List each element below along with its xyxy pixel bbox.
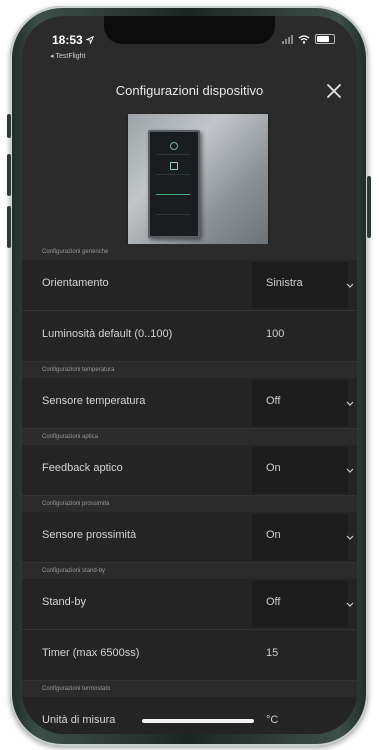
chevron-down-icon — [346, 401, 354, 406]
settings-row[interactable]: Unità di misura °C — [22, 697, 357, 734]
device-image — [128, 114, 268, 244]
settings-row: Sensore prossimità On — [22, 512, 357, 563]
setting-dropdown[interactable]: Off — [252, 581, 354, 627]
back-to-app-link[interactable]: ◂ TestFlight — [50, 52, 86, 61]
wifi-icon — [298, 34, 310, 44]
setting-value: Off — [266, 395, 281, 407]
status-icons — [282, 34, 335, 44]
setting-value: On — [266, 529, 281, 541]
setting-value: Sinistra — [266, 277, 303, 289]
setting-label: Timer (max 6500ss) — [42, 647, 140, 659]
section-label: Configurazioni termostato — [22, 681, 357, 697]
settings-row: Orientamento Sinistra — [22, 260, 357, 311]
setting-label: Orientamento — [42, 277, 109, 289]
setting-label: Luminosità default (0..100) — [42, 328, 173, 340]
settings-row[interactable]: Timer (max 6500ss) 15 — [22, 630, 357, 681]
settings-row: Feedback aptico On — [22, 445, 357, 496]
power-button — [367, 176, 371, 238]
section-label: Configurazioni prossimità — [22, 496, 357, 512]
setting-label: Stand-by — [42, 596, 87, 608]
section-label: Configurazioni temperatura — [22, 362, 357, 378]
setting-label: Feedback aptico — [42, 462, 123, 474]
app-screen: 18:53 ◂ TestFlight Configurazioni dispos… — [22, 16, 357, 734]
time-text: 18:53 — [52, 33, 83, 47]
notch — [104, 16, 275, 44]
volume-down-button — [7, 206, 11, 248]
settings-row: Sensore temperatura Off — [22, 378, 357, 429]
section-label: Configurazioni stand-by — [22, 563, 357, 579]
setting-label: Sensore prossimità — [42, 529, 137, 541]
section-label: Configurazioni generiche — [22, 244, 357, 260]
chevron-down-icon — [346, 602, 354, 607]
setting-value[interactable]: 15 — [266, 647, 278, 659]
settings-row: Stand-by Off — [22, 579, 357, 630]
setting-label: Unità di misura — [42, 714, 116, 726]
chevron-down-icon — [346, 535, 354, 540]
setting-value[interactable]: °C — [266, 714, 278, 726]
volume-up-button — [7, 154, 11, 196]
device-panel — [148, 130, 200, 238]
silent-switch — [7, 114, 11, 138]
setting-dropdown[interactable]: Sinistra — [252, 262, 354, 308]
settings-list: Configurazioni generiche Orientamento Sini… — [22, 244, 357, 734]
setting-value: On — [266, 462, 281, 474]
modal-header: Configurazioni dispositivo — [22, 76, 357, 106]
section-label: Configurazioni aptica — [22, 429, 357, 445]
setting-label: Sensore temperatura — [42, 395, 146, 407]
setting-dropdown[interactable]: Off — [252, 380, 354, 426]
home-indicator[interactable] — [142, 719, 254, 723]
setting-value[interactable]: 100 — [266, 328, 284, 340]
close-icon[interactable] — [323, 80, 345, 102]
chevron-down-icon — [346, 283, 354, 288]
battery-icon — [315, 34, 335, 44]
location-arrow-icon — [85, 36, 94, 44]
back-app-label: TestFlight — [55, 52, 86, 60]
setting-value: Off — [266, 596, 281, 608]
setting-dropdown[interactable]: On — [252, 514, 354, 560]
status-time: 18:53 — [52, 33, 94, 47]
chevron-down-icon — [346, 468, 354, 473]
signal-icon — [282, 34, 293, 44]
settings-row[interactable]: Luminosità default (0..100) 100 — [22, 311, 357, 362]
page-title: Configurazioni dispositivo — [115, 83, 264, 98]
setting-dropdown[interactable]: On — [252, 447, 354, 493]
back-arrow-icon: ◂ — [50, 53, 54, 60]
